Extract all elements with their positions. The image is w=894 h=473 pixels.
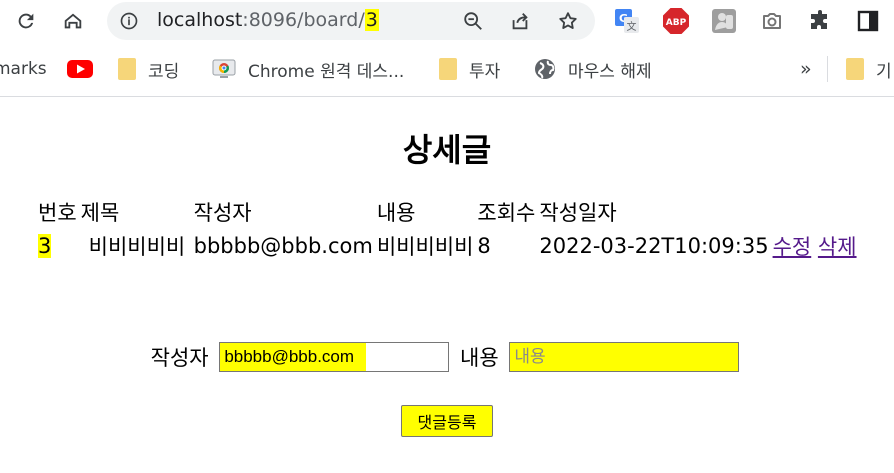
camera-icon [763,13,781,29]
header-views: 조회수 [477,201,536,225]
post-id: 3 [38,234,52,258]
side-panel-icon [857,10,879,32]
folder-icon [439,58,457,80]
star-icon[interactable] [557,10,579,32]
home-button[interactable] [57,5,89,37]
chrome-remote-desktop-icon [212,59,236,79]
abp-label: ABP [666,18,687,28]
bookmark-label: 투자 [469,61,501,82]
bookmark-youtube[interactable] [67,56,105,82]
folder-icon [118,58,136,80]
page-title: 상세글 [402,131,492,169]
comment-writer-input[interactable] [219,342,450,372]
person-extension-icon [712,9,736,33]
table-header-row: 번호 제목 작성자 내용 조회수 작성일자 [36,195,859,229]
header-title: 제목 [80,201,120,225]
post-detail-table: 번호 제목 작성자 내용 조회수 작성일자 3 비비비비비 bbbbb@bbb.… [36,195,859,263]
post-created: 2022-03-22T10:09:35 [539,234,769,258]
header-created: 작성일자 [539,201,617,225]
bookmark-item[interactable]: marks [0,56,47,82]
url-path: :8096/board/ [242,9,365,31]
browser-toolbar: localhost:8096/board/3 G 文 ABP [0,0,894,44]
bookmark-label: marks [0,59,47,79]
svg-text:文: 文 [627,20,637,33]
post-title: 비비비비비 [88,235,186,259]
url-highlighted-id: 3 [364,9,379,31]
info-icon[interactable] [119,11,139,31]
reload-icon [18,13,34,29]
post-content: 비비비비비 [376,235,474,259]
google-translate-button[interactable]: G 文 [613,7,641,35]
post-views: 8 [477,234,491,258]
header-content: 내용 [376,201,416,225]
bookmarks-overflow-button[interactable]: » [800,56,812,82]
url-text[interactable]: localhost:8096/board/3 [157,9,379,31]
reload-button[interactable] [10,5,42,37]
extensions-button[interactable] [806,7,834,35]
bookmark-folder-invest[interactable]: 투자 [439,56,500,82]
address-bar[interactable]: localhost:8096/board/3 [107,2,595,40]
bookmarks-divider [827,56,828,82]
bookmark-folder-coding[interactable]: 코딩 [118,56,179,82]
camera-extension-button[interactable] [758,7,786,35]
edit-link[interactable]: 수정 [773,235,812,259]
puzzle-icon [811,10,827,29]
folder-icon [846,58,864,80]
adblock-button[interactable]: ABP [662,7,690,35]
google-translate-icon: G 文 [615,9,639,33]
bookmark-mouse-release[interactable]: 마우스 해제 [534,56,652,82]
abp-icon: ABP [663,8,689,34]
zoom-out-icon[interactable] [462,10,484,32]
post-writer: bbbbb@bbb.com [193,234,373,258]
share-icon[interactable] [509,10,531,32]
bookmark-label: 기 [876,61,892,82]
overflow-chevron-icon: » [800,58,812,80]
page-content: 상세글 번호 제목 작성자 내용 조회수 작성일자 3 비비비비비 bbbbb@… [0,97,894,473]
bookmark-label: Chrome 원격 데스... [248,61,405,82]
delete-link[interactable]: 삭제 [818,235,857,259]
comment-submit-button[interactable]: 댓글등록 [401,405,493,437]
header-id: 번호 [38,201,77,225]
side-panel-button[interactable] [854,7,882,35]
header-writer: 작성자 [193,201,252,225]
bookmark-other-folder[interactable]: 기 [846,56,892,82]
comment-content-input[interactable] [509,342,740,372]
home-icon [64,13,82,29]
person-extension-button[interactable] [710,7,738,35]
globe-icon [534,58,556,80]
bookmark-chrome-remote-desktop[interactable]: Chrome 원격 데스... [212,56,404,82]
comment-content-label: 내용 [460,346,499,370]
youtube-icon [67,60,93,78]
bookmarks-bar: marks 코딩 Chrome 원격 데스... 투자 마우스 해제 » 기 [0,44,894,97]
bookmark-label: 마우스 해제 [568,61,652,82]
comment-form: 작성자 내용 [0,342,894,372]
bookmark-label: 코딩 [148,61,180,82]
table-row: 3 비비비비비 bbbbb@bbb.com 비비비비비 8 2022-03-22… [36,229,859,263]
comment-writer-label: 작성자 [150,346,209,370]
url-host: localhost [157,9,243,31]
